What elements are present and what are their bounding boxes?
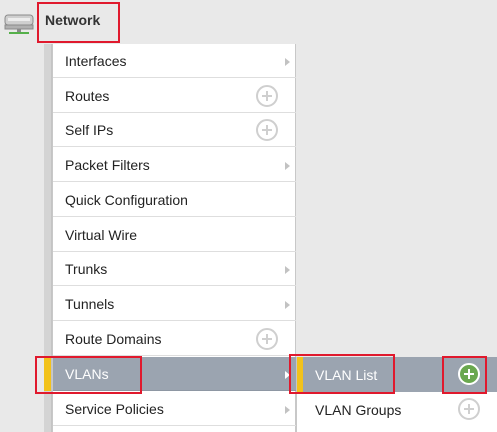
menu-item-self-ips[interactable]: Self IPs — [53, 113, 296, 147]
menu-item-label: Route Domains — [65, 330, 162, 347]
menu-item-label: Trunks — [65, 260, 108, 277]
add-route-icon[interactable] — [256, 85, 278, 107]
menu-item-quick-configuration[interactable]: Quick Configuration — [53, 183, 296, 217]
menu-item-label: Quick Configuration — [65, 191, 188, 208]
menu-item-label: Packet Filters — [65, 156, 150, 173]
menu-item-label: Virtual Wire — [65, 226, 138, 243]
network-title[interactable]: Network — [45, 12, 100, 28]
menu-item-virtual-wire[interactable]: Virtual Wire — [53, 218, 296, 252]
chevron-right-icon[interactable] — [285, 58, 290, 66]
chevron-right-icon[interactable] — [285, 266, 290, 274]
vlans-submenu: VLAN List VLAN Groups — [296, 357, 497, 432]
active-indicator — [44, 357, 51, 391]
menu-item-interfaces[interactable]: Interfaces — [53, 44, 296, 78]
menu-item-vlans[interactable]: VLANs — [44, 357, 296, 391]
menu-item-label: Interfaces — [65, 52, 127, 69]
add-route-domain-icon[interactable] — [256, 328, 278, 350]
menu-item-label: VLANs — [65, 365, 109, 382]
active-indicator — [297, 357, 303, 392]
network-header[interactable]: Network — [0, 0, 296, 44]
menu-item-trunks[interactable]: Trunks — [53, 252, 296, 286]
chevron-right-icon[interactable] — [285, 301, 290, 309]
menu-item-label: Routes — [65, 87, 110, 104]
menu-item-packet-filters[interactable]: Packet Filters — [53, 148, 296, 182]
menu-item-label: Service Policies — [65, 400, 164, 417]
add-self-ip-icon[interactable] — [256, 119, 278, 141]
submenu-item-label: VLAN Groups — [315, 401, 402, 418]
network-menu: Interfaces Routes Self IPs Packet Filter… — [44, 44, 296, 432]
menu-item-route-domains[interactable]: Route Domains — [53, 322, 296, 356]
menu-item-label: Self IPs — [65, 121, 114, 138]
submenu-item-vlan-groups[interactable]: VLAN Groups — [297, 392, 497, 427]
submenu-item-label: VLAN List — [315, 366, 378, 383]
network-switch-icon — [4, 14, 34, 34]
add-vlan-icon[interactable] — [458, 363, 480, 385]
menu-item-routes[interactable]: Routes — [53, 79, 296, 113]
menu-item-service-policies[interactable]: Service Policies — [53, 392, 296, 426]
menu-item-tunnels[interactable]: Tunnels — [53, 287, 296, 321]
chevron-right-icon[interactable] — [285, 162, 290, 170]
chevron-right-icon[interactable] — [285, 371, 290, 379]
chevron-right-icon[interactable] — [285, 406, 290, 414]
add-vlan-group-icon[interactable] — [458, 398, 480, 420]
submenu-item-vlan-list[interactable]: VLAN List — [297, 357, 497, 392]
menu-item-label: Tunnels — [65, 295, 115, 312]
